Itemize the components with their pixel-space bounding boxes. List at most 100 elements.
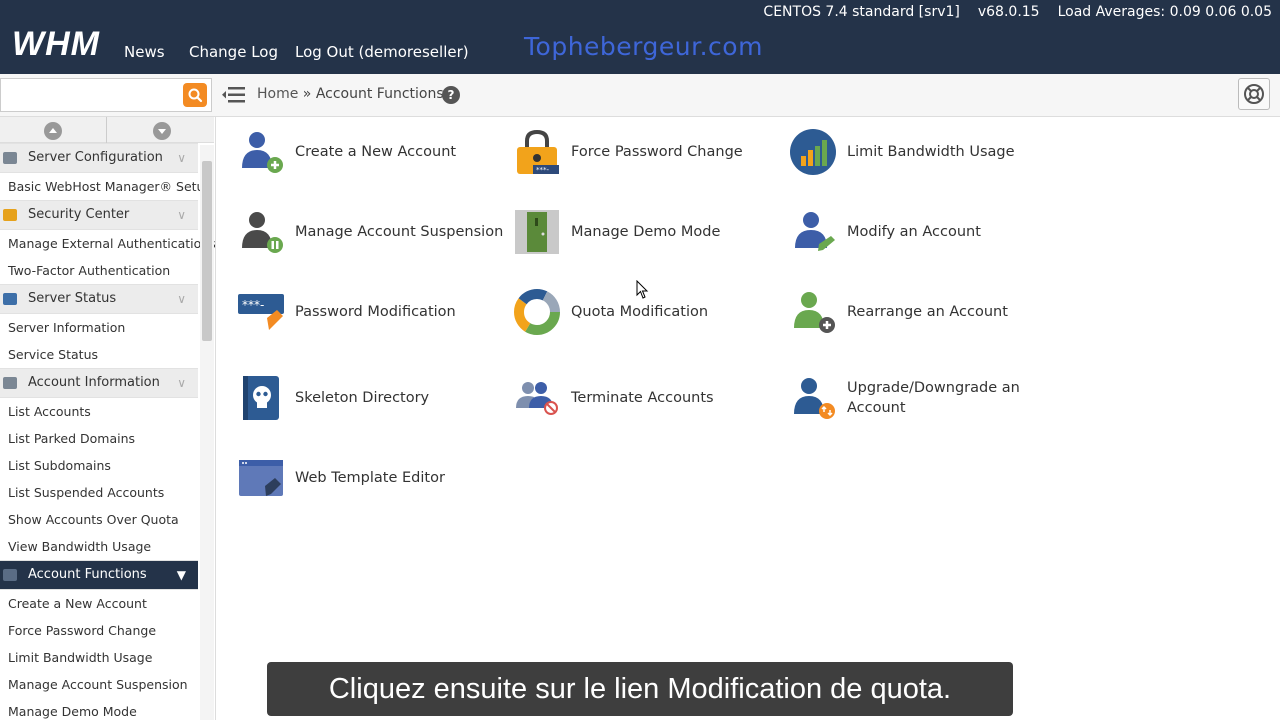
- help-icon[interactable]: ?: [442, 86, 460, 104]
- users-terminate-icon: [516, 382, 558, 415]
- user-upgrade-icon: [794, 378, 835, 419]
- sidebar-section-security-center[interactable]: Security Center ∨: [0, 200, 198, 230]
- breadcrumb-home-link[interactable]: Home: [257, 86, 298, 102]
- sidebar-item-account-suspension[interactable]: Manage Account Suspension: [0, 671, 198, 698]
- sidebar-item-create-account[interactable]: Create a New Account: [0, 590, 198, 617]
- scrollbar-thumb[interactable]: [202, 161, 212, 341]
- skull-book-icon: [243, 376, 279, 420]
- demo-door-icon: [515, 210, 559, 254]
- search-input[interactable]: [0, 78, 212, 112]
- svg-text:***-: ***-: [242, 298, 264, 312]
- function-label[interactable]: Password Modification: [295, 302, 456, 322]
- breadcrumb-current: Account Functions: [315, 86, 444, 102]
- function-label[interactable]: Web Template Editor: [295, 468, 445, 488]
- sidebar-item-list-suspended[interactable]: List Suspended Accounts: [0, 479, 198, 506]
- function-label[interactable]: Manage Account Suspension: [295, 222, 503, 242]
- whm-logo[interactable]: WHM: [12, 27, 100, 61]
- sidebar-item-external-auth[interactable]: Manage External Authentications: [0, 230, 215, 257]
- sidebar-item-list-accounts[interactable]: List Accounts: [0, 398, 198, 425]
- lock-icon: [3, 209, 17, 221]
- function-modify-account[interactable]: Modify an Account: [789, 208, 1049, 268]
- sidebar-scroll-controls: [0, 117, 214, 143]
- user-move-icon: [794, 292, 835, 333]
- function-label[interactable]: Modify an Account: [847, 222, 981, 242]
- function-limit-bandwidth[interactable]: Limit Bandwidth Usage: [789, 128, 1049, 188]
- divider: [106, 117, 107, 143]
- function-label[interactable]: Terminate Accounts: [571, 388, 714, 408]
- mouse-cursor-icon: [636, 280, 649, 299]
- function-manage-demo-mode[interactable]: Manage Demo Mode: [513, 208, 773, 268]
- nav-changelog-link[interactable]: Change Log: [189, 43, 278, 61]
- sidebar-item-over-quota[interactable]: Show Accounts Over Quota: [0, 506, 198, 533]
- function-label[interactable]: Limit Bandwidth Usage: [847, 142, 1015, 162]
- chevron-down-icon: ∨: [177, 376, 186, 390]
- bandwidth-chart-icon: [790, 129, 836, 175]
- function-label[interactable]: Create a New Account: [295, 142, 456, 162]
- sidebar-item-list-subdomains[interactable]: List Subdomains: [0, 452, 198, 479]
- function-force-password-change[interactable]: ***- Force Password Change: [513, 128, 773, 188]
- function-password-modification[interactable]: ***- Password Modification: [237, 288, 497, 348]
- function-skeleton-directory[interactable]: Skeleton Directory: [237, 374, 497, 434]
- sidebar-section-account-functions[interactable]: Account Functions ▼: [0, 560, 198, 590]
- support-button[interactable]: [1238, 78, 1270, 110]
- user-edit-icon: [795, 212, 835, 251]
- sidebar-item-bandwidth-usage[interactable]: View Bandwidth Usage: [0, 533, 198, 560]
- sidebar-section-label: Account Functions: [28, 567, 147, 582]
- search-button[interactable]: [183, 83, 207, 107]
- scroll-up-button[interactable]: [44, 122, 62, 140]
- sidebar-list: Server Configuration ∨ Basic WebHost Man…: [0, 143, 215, 720]
- version-info: v68.0.15: [977, 4, 1040, 20]
- caret-down-icon: ▼: [176, 568, 186, 582]
- sidebar-section-label: Security Center: [28, 207, 130, 222]
- breadcrumb: Home » Account Functions: [257, 85, 444, 103]
- sidebar: Server Configuration ∨ Basic WebHost Man…: [0, 117, 216, 720]
- system-info: CENTOS 7.4 standard [srv1] v68.0.15 Load A…: [745, 3, 1272, 21]
- sidebar-item-force-password[interactable]: Force Password Change: [0, 617, 198, 644]
- function-label[interactable]: Rearrange an Account: [847, 302, 1008, 322]
- scroll-down-button[interactable]: [153, 122, 171, 140]
- function-upgrade-downgrade[interactable]: Upgrade/Downgrade an Account: [789, 374, 1049, 434]
- function-rearrange-account[interactable]: Rearrange an Account: [789, 288, 1049, 348]
- function-label-line-2[interactable]: Account: [847, 398, 906, 418]
- chevron-down-icon: ∨: [177, 292, 186, 306]
- server-config-icon: [3, 152, 17, 164]
- sidebar-section-account-information[interactable]: Account Information ∨: [0, 368, 198, 398]
- sidebar-section-label: Account Information: [28, 375, 160, 390]
- sidebar-toggle-button[interactable]: [222, 85, 246, 105]
- sidebar-item-demo-mode[interactable]: Manage Demo Mode: [0, 698, 198, 720]
- padlock-icon: ***-: [517, 129, 559, 174]
- function-label[interactable]: Quota Modification: [571, 302, 708, 322]
- function-create-account[interactable]: Create a New Account: [237, 128, 497, 188]
- menu-collapse-icon: [222, 87, 245, 103]
- secondary-bar: Home » Account Functions ?: [0, 74, 1280, 117]
- sidebar-section-label: Server Status: [28, 291, 117, 306]
- load-averages: Load Averages: 0.09 0.06 0.05: [1057, 4, 1272, 20]
- nav-news-link[interactable]: News: [124, 43, 165, 61]
- sidebar-section-server-configuration[interactable]: Server Configuration ∨: [0, 143, 198, 173]
- sidebar-section-server-status[interactable]: Server Status ∨: [0, 284, 198, 314]
- nav-logout-link[interactable]: Log Out (demoreseller): [295, 43, 469, 61]
- sidebar-item-list-parked-domains[interactable]: List Parked Domains: [0, 425, 198, 452]
- function-manage-suspension[interactable]: Manage Account Suspension: [237, 208, 507, 268]
- brand-watermark: Tophebergeur.com: [524, 32, 763, 61]
- search-icon: [188, 88, 203, 103]
- function-terminate-accounts[interactable]: Terminate Accounts: [513, 374, 773, 434]
- sidebar-item-service-status[interactable]: Service Status: [0, 341, 198, 368]
- breadcrumb-separator: »: [302, 86, 312, 102]
- function-label-line-1[interactable]: Upgrade/Downgrade an: [847, 378, 1020, 398]
- function-web-template-editor[interactable]: Web Template Editor: [237, 454, 497, 514]
- sidebar-item-basic-setup[interactable]: Basic WebHost Manager® Setup: [0, 173, 212, 200]
- account-info-icon: [3, 377, 17, 389]
- password-pen-icon: ***-: [238, 294, 284, 330]
- web-template-icon: [239, 460, 283, 496]
- sidebar-item-two-factor[interactable]: Two-Factor Authentication: [0, 257, 198, 284]
- function-label[interactable]: Skeleton Directory: [295, 388, 429, 408]
- chevron-down-icon: ∨: [177, 151, 186, 165]
- sidebar-scrollbar[interactable]: [200, 145, 214, 720]
- sidebar-item-limit-bandwidth[interactable]: Limit Bandwidth Usage: [0, 644, 198, 671]
- function-label[interactable]: Force Password Change: [571, 142, 743, 162]
- user-pause-icon: [242, 212, 283, 253]
- svg-text:***-: ***-: [536, 166, 550, 174]
- function-label[interactable]: Manage Demo Mode: [571, 222, 720, 242]
- sidebar-item-server-information[interactable]: Server Information: [0, 314, 198, 341]
